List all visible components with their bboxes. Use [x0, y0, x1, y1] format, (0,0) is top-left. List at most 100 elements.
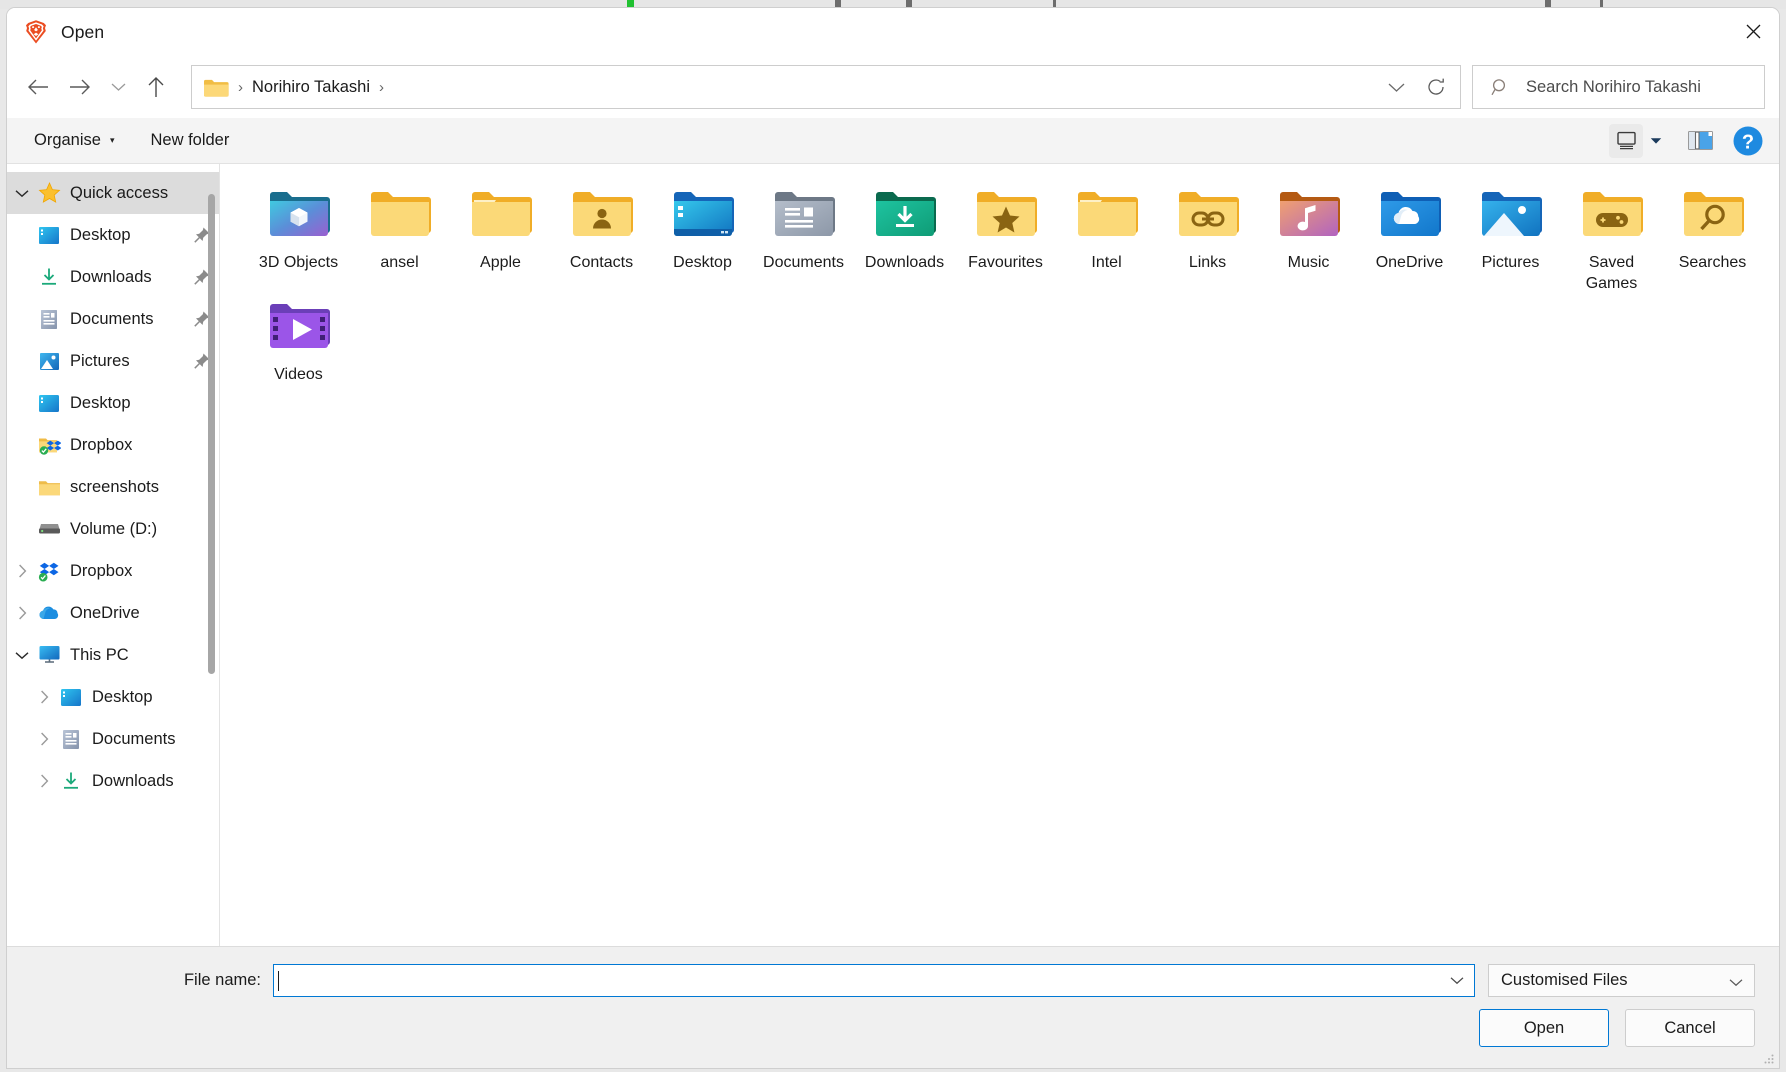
arrow-left-icon [28, 79, 48, 95]
file-label: Videos [274, 366, 323, 384]
file-name-dropdown-button[interactable] [1440, 965, 1474, 996]
recent-locations-button[interactable] [101, 66, 135, 108]
sidebar-item-desktop-quick[interactable]: Desktop [7, 214, 219, 256]
sidebar-item-thispc-desktop[interactable]: Desktop [7, 676, 219, 718]
desktop-icon [59, 686, 83, 708]
file-item-intel[interactable]: Intel [1056, 182, 1157, 294]
file-item-favourites[interactable]: Favourites [955, 182, 1056, 294]
view-options-button[interactable] [1609, 123, 1643, 158]
address-dropdown-button[interactable] [1376, 66, 1416, 108]
file-label: Links [1188, 254, 1227, 271]
chevron-right-icon[interactable] [7, 564, 37, 578]
file-item-3d-objects[interactable]: 3D Objects [248, 182, 349, 294]
open-button[interactable]: Open [1479, 1009, 1609, 1047]
file-item-documents[interactable]: Documents [753, 182, 854, 294]
window-title: Open [61, 21, 105, 42]
sidebar-item-label: Downloads [70, 267, 152, 286]
arrow-right-icon [70, 79, 90, 95]
forward-button[interactable] [59, 66, 101, 108]
sidebar-item-desktop-2[interactable]: Desktop [7, 382, 219, 424]
sidebar-scrollbar-track[interactable] [208, 164, 217, 946]
breadcrumb-path[interactable]: Norihiro Takashi [252, 78, 370, 97]
chevron-down-icon[interactable] [7, 189, 37, 198]
file-label: ansel [380, 254, 419, 271]
up-button[interactable] [135, 66, 177, 108]
organise-button[interactable]: Organise ▾ [25, 127, 123, 154]
file-item-ansel[interactable]: ansel [349, 182, 450, 294]
help-button[interactable]: ? [1731, 124, 1765, 158]
file-item-apple[interactable]: Apple [450, 182, 551, 294]
chevron-right-icon[interactable] [29, 732, 59, 746]
chevron-down-icon[interactable] [7, 651, 37, 660]
folder-links-icon [1174, 186, 1242, 242]
sidebar-item-label: Dropbox [70, 561, 133, 580]
sidebar-item-label: Pictures [70, 351, 130, 370]
sidebar-item-onedrive[interactable]: OneDrive [7, 592, 219, 634]
search-placeholder: Search Norihiro Takashi [1526, 77, 1701, 96]
downloads-icon [59, 770, 83, 792]
file-item-music[interactable]: Music [1258, 182, 1359, 294]
file-item-videos[interactable]: Videos [248, 294, 349, 398]
file-item-desktop[interactable]: Desktop [652, 182, 753, 294]
chevron-right-icon[interactable] [29, 690, 59, 704]
desktop-icon [37, 224, 61, 246]
folder-icon [203, 77, 229, 98]
chevron-down-icon [111, 83, 125, 91]
dropbox-icon [37, 560, 61, 582]
star-icon [37, 182, 61, 204]
folder-videos-icon [265, 298, 333, 354]
preview-pane-button[interactable] [1683, 124, 1717, 158]
new-folder-label: New folder [150, 131, 230, 149]
sidebar-item-this-pc[interactable]: This PC [7, 634, 219, 676]
chevron-right-icon[interactable] [29, 774, 59, 788]
resize-grip-icon[interactable] [1763, 1053, 1775, 1065]
sidebar-item-thispc-documents[interactable]: Documents [7, 718, 219, 760]
sidebar-item-pictures-quick[interactable]: Pictures [7, 340, 219, 382]
file-type-dropdown[interactable]: Customised Files [1488, 964, 1755, 997]
new-folder-button[interactable]: New folder [141, 127, 238, 154]
sidebar-item-screenshots[interactable]: screenshots [7, 466, 219, 508]
arrow-up-icon [148, 77, 164, 97]
sidebar-item-documents-quick[interactable]: Documents [7, 298, 219, 340]
close-button[interactable] [1727, 8, 1779, 55]
brave-lion-icon [24, 19, 48, 45]
sidebar-item-downloads-quick[interactable]: Downloads [7, 256, 219, 298]
sidebar-item-dropbox-folder[interactable]: Dropbox [7, 424, 219, 466]
thispc-icon [37, 644, 61, 666]
file-grid: 3D Objects ansel Apple Contacts Desktop … [248, 182, 1779, 398]
sidebar-item-quick-access[interactable]: Quick access [7, 172, 219, 214]
file-item-searches[interactable]: Searches [1662, 182, 1763, 294]
onedrive-icon [37, 602, 61, 624]
refresh-button[interactable] [1416, 66, 1456, 108]
file-label: Apple [480, 254, 521, 271]
chevron-right-icon[interactable] [7, 606, 37, 620]
breadcrumb-separator-2[interactable]: › [370, 80, 393, 95]
sidebar-item-dropbox[interactable]: Dropbox [7, 550, 219, 592]
file-label: Pictures [1481, 254, 1540, 271]
file-name-input[interactable] [273, 964, 1475, 997]
folder-searches-icon [1679, 186, 1747, 242]
sidebar-item-label: This PC [70, 645, 129, 664]
file-item-links[interactable]: Links [1157, 182, 1258, 294]
file-label: Downloads [864, 254, 945, 271]
search-box[interactable]: Search Norihiro Takashi [1472, 65, 1765, 109]
documents-icon [59, 728, 83, 750]
file-item-pictures[interactable]: Pictures [1460, 182, 1561, 294]
file-item-contacts[interactable]: Contacts [551, 182, 652, 294]
folder-3dobjects-icon [265, 186, 333, 242]
file-list-pane[interactable]: 3D Objects ansel Apple Contacts Desktop … [220, 164, 1779, 946]
file-item-saved-games[interactable]: Saved Games [1561, 182, 1662, 294]
file-item-downloads[interactable]: Downloads [854, 182, 955, 294]
sidebar-scrollbar-thumb[interactable] [208, 194, 215, 674]
command-bar: Organise ▾ New folder ? [7, 118, 1779, 164]
sidebar-item-volume-d[interactable]: Volume (D:) [7, 508, 219, 550]
file-item-onedrive[interactable]: OneDrive [1359, 182, 1460, 294]
pictures-icon [37, 350, 61, 372]
folder-icon [37, 476, 61, 498]
back-button[interactable] [17, 66, 59, 108]
navigation-bar: › Norihiro Takashi › Search Norihiro Tak… [7, 56, 1779, 118]
address-bar[interactable]: › Norihiro Takashi › [191, 65, 1461, 109]
cancel-button[interactable]: Cancel [1625, 1009, 1755, 1047]
sidebar-item-thispc-downloads[interactable]: Downloads [7, 760, 219, 802]
view-options-caret[interactable] [1643, 137, 1669, 145]
